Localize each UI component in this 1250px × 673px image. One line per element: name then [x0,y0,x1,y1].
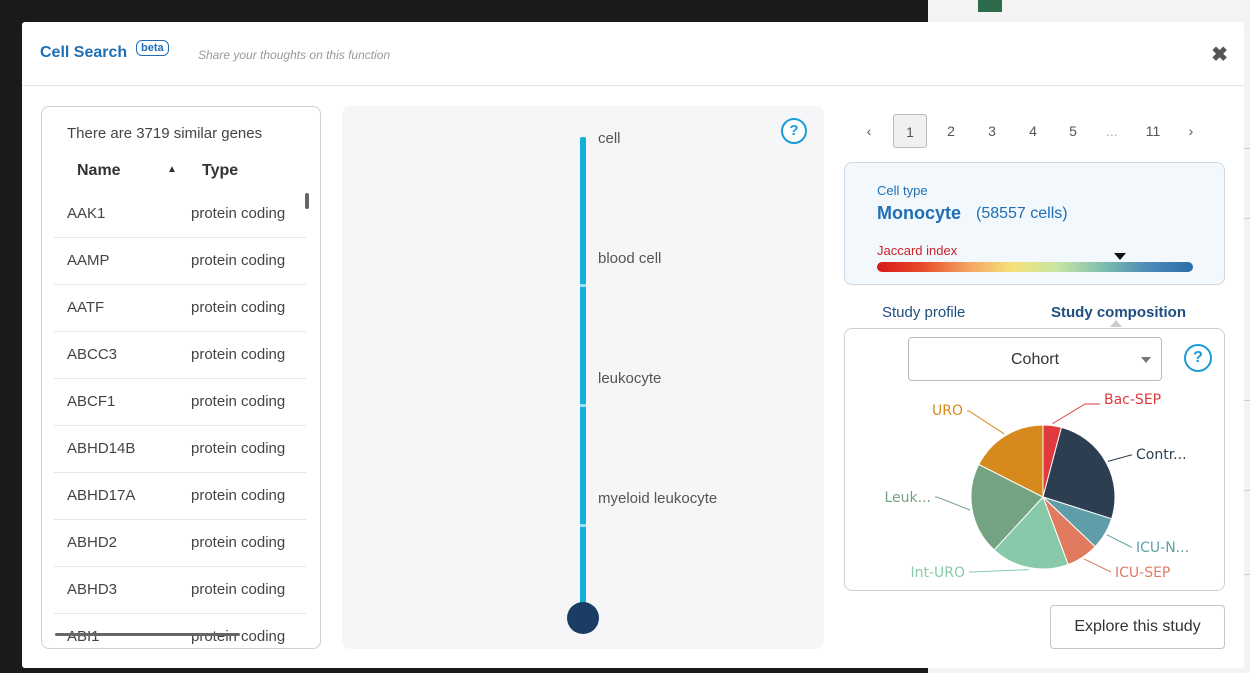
gene-name: ABHD14B [67,440,136,457]
gene-type: protein coding [191,487,286,504]
jaccard-gradient-bar [877,262,1193,272]
gene-name: ABI1 [67,628,100,645]
pie-label-line [1083,558,1112,573]
jaccard-marker-icon [1114,253,1127,260]
gene-type: protein coding [191,581,286,598]
feedback-link[interactable]: Share your thoughts on this function [198,48,390,62]
pie-label-line [1107,454,1132,462]
table-row[interactable]: ABCF1 protein coding [54,379,306,426]
table-row[interactable]: ABHD2 protein coding [54,520,306,567]
gene-name: ABCC3 [67,346,118,363]
active-tab-caret-icon [1110,320,1122,327]
pagination-page-3[interactable]: 3 [982,114,1002,148]
gene-name: ABHD2 [67,534,118,551]
modal-title: Cell Search [40,44,128,61]
cell-ontology-hierarchy: ? cell blood cell leukocyte myeloid leuk… [342,106,824,649]
pagination-page-1[interactable]: 1 [893,114,927,148]
beta-badge: beta [136,40,169,56]
gene-name: ABCF1 [67,393,116,410]
pie-label: URO [932,403,963,419]
table-row[interactable]: ABCC3 protein coding [54,332,306,379]
pagination-page-5[interactable]: 5 [1063,114,1083,148]
pagination-page-4[interactable]: 4 [1023,114,1043,148]
pie-label: Contr... [1136,447,1187,463]
study-composition-card: Cohort ? Bac-SEP Contr... ICU-N... ICU-SEP I… [844,328,1225,591]
pie-label: Int-URO [910,565,965,581]
tab-study-profile[interactable]: Study profile [882,304,965,321]
pagination: ‹ 1 2 3 4 5 ... 11 › [860,114,1200,150]
pie-label: ICU-N... [1136,540,1189,556]
table-row[interactable]: AAMP protein coding [54,238,306,285]
gene-type: protein coding [191,299,286,316]
column-header-name[interactable]: Name [77,162,121,180]
sort-ascending-icon[interactable]: ▲ [167,164,177,175]
cell-search-modal: Cell Search beta Share your thoughts on … [22,22,1244,668]
pie-label: Bac-SEP [1104,392,1161,408]
table-row[interactable]: ABHD14B protein coding [54,426,306,473]
gene-name: AAMP [67,252,110,269]
gene-name: AATF [67,299,105,316]
gene-type: protein coding [191,393,286,410]
gene-name: AAK1 [67,205,106,222]
hierarchy-tick [580,524,586,527]
pie-label-line [935,496,971,511]
pie-label-line [1106,534,1132,548]
pie-label: Leuk... [885,490,932,506]
background-accent [978,0,1002,12]
column-header-type[interactable]: Type [202,162,238,180]
pagination-page-2[interactable]: 2 [941,114,961,148]
jaccard-index-label: Jaccard index [877,243,958,258]
pie-label-line [1052,403,1100,425]
table-row[interactable]: AATF protein coding [54,285,306,332]
hierarchy-tick [580,404,586,407]
pie-label-line [969,569,1029,573]
pagination-prev[interactable]: ‹ [860,114,878,148]
pie-label-line [967,410,1005,435]
gene-type: protein coding [191,252,286,269]
hierarchy-node-blood-cell[interactable]: blood cell [598,250,661,267]
table-row[interactable]: ABHD3 protein coding [54,567,306,614]
gene-count-text: There are 3719 similar genes [67,125,263,142]
table-row[interactable]: AAK1 protein coding [54,191,306,238]
gene-name: ABHD3 [67,581,118,598]
table-row[interactable]: ABI1 protein coding [54,614,306,648]
gene-type: protein coding [191,628,286,645]
cell-type-label: Cell type [877,183,928,198]
hierarchy-tick [580,284,586,287]
hierarchy-current-node-dot[interactable] [567,602,599,634]
cell-type-name: Monocyte [877,203,962,223]
pagination-ellipsis: ... [1106,123,1118,139]
cell-type-count: (58557 cells) [976,205,1068,222]
pie-label: ICU-SEP [1115,565,1170,581]
hierarchy-node-leukocyte[interactable]: leukocyte [598,370,661,387]
explore-study-button[interactable]: Explore this study [1050,605,1225,649]
vertical-scrollbar[interactable] [305,193,309,209]
cell-type-card: Cell type Monocyte (58557 cells) Jaccard… [844,162,1225,285]
gene-type: protein coding [191,440,286,457]
hierarchy-help-icon[interactable]: ? [781,118,807,144]
gene-type: protein coding [191,534,286,551]
gene-type: protein coding [191,205,286,222]
gene-type: protein coding [191,346,286,363]
similar-genes-panel: There are 3719 similar genes Name ▲ Type… [41,106,321,649]
hierarchy-line [580,137,586,622]
hierarchy-node-cell[interactable]: cell [598,130,621,147]
modal-header: Cell Search beta Share your thoughts on … [22,22,1244,86]
gene-table-body: AAK1 protein coding AAMP protein coding AATF… [54,191,306,648]
cohort-pie-chart: Bac-SEP Contr... ICU-N... ICU-SEP Int-URO Leu… [885,392,1190,581]
close-icon[interactable]: ✖ [1211,42,1228,67]
horizontal-scrollbar[interactable] [55,633,240,636]
pagination-next[interactable]: › [1182,114,1200,148]
table-row[interactable]: ABHD17A protein coding [54,473,306,520]
pagination-page-11[interactable]: 11 [1141,114,1165,148]
gene-name: ABHD17A [67,487,136,504]
tab-study-composition[interactable]: Study composition [1051,304,1186,321]
hierarchy-node-myeloid-leukocyte[interactable]: myeloid leukocyte [598,490,717,507]
